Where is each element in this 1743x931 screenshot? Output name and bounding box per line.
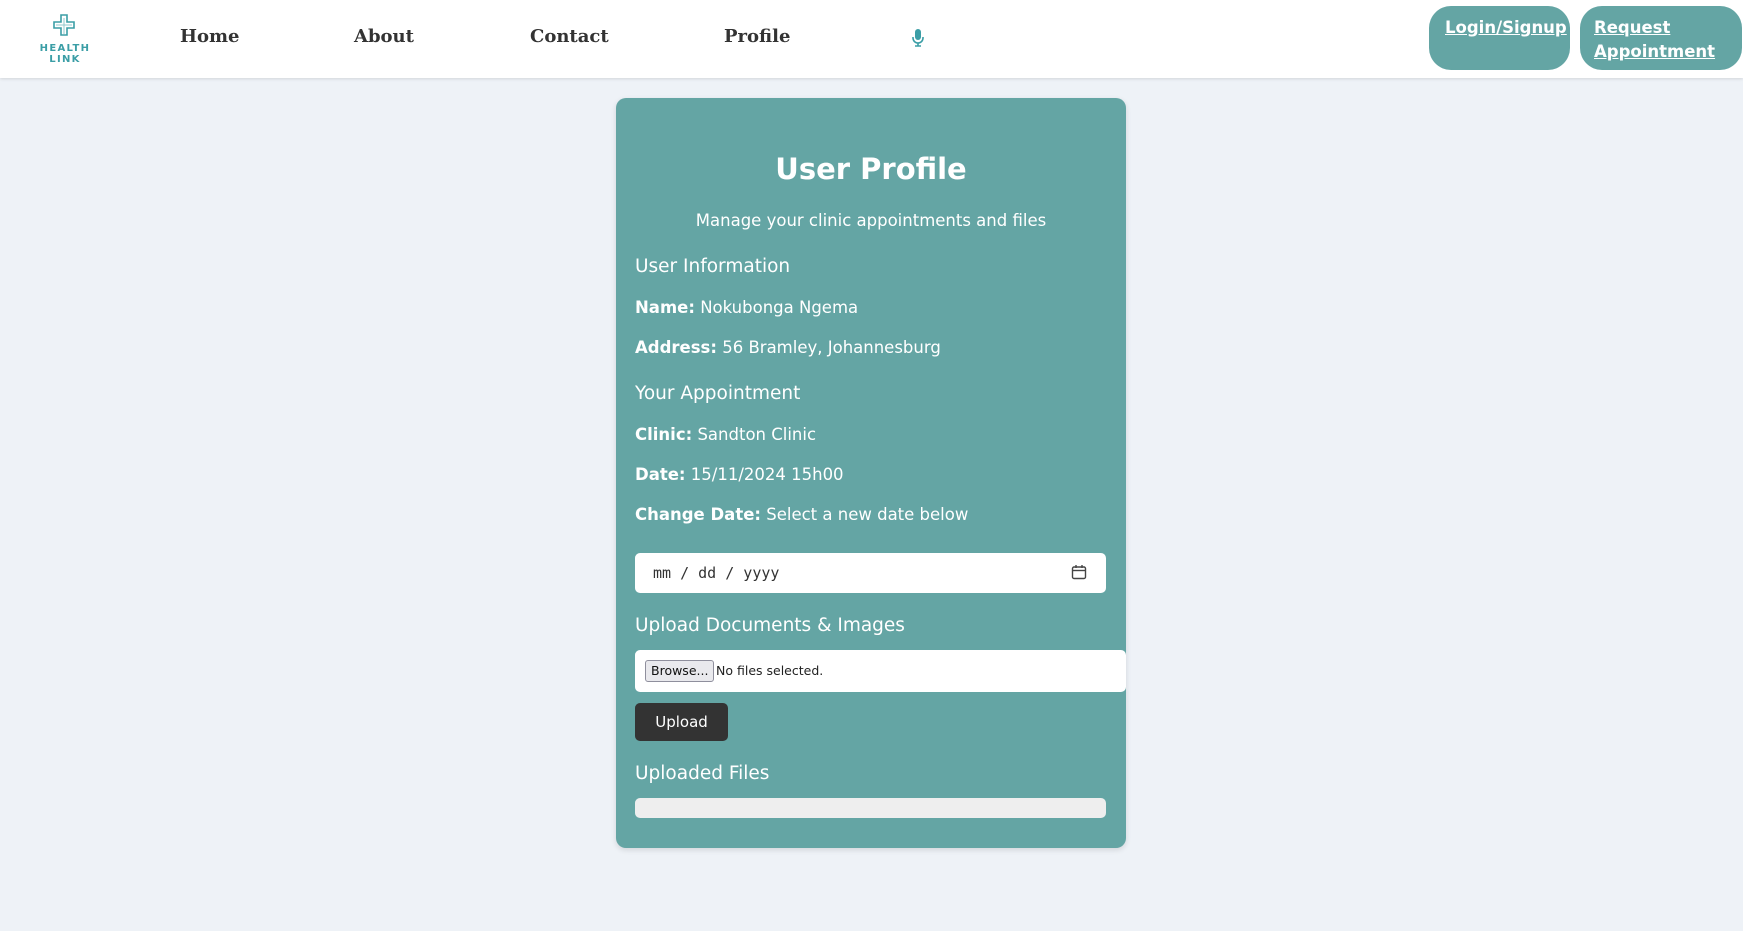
upload-button[interactable]: Upload (635, 703, 728, 741)
login-signup-label: Login/Signup (1445, 18, 1567, 37)
user-information-heading: User Information (635, 256, 791, 277)
nav-link-contact[interactable]: Contact (530, 26, 609, 47)
upload-heading: Upload Documents & Images (635, 615, 905, 636)
uploaded-files-heading: Uploaded Files (635, 763, 770, 784)
address-label: Address: (635, 338, 717, 357)
request-appointment-button[interactable]: Request Appointment (1580, 6, 1742, 70)
navbar: HEALTH LINK Home About Contact Profile L… (0, 0, 1743, 78)
request-appointment-label-line2: Appointment (1594, 42, 1716, 61)
date-row: Date: 15/11/2024 15h00 (635, 465, 844, 484)
request-appointment-label-line1: Request (1594, 18, 1671, 37)
your-appointment-heading: Your Appointment (635, 383, 801, 404)
date-label: Date: (635, 465, 686, 484)
nav-link-about[interactable]: About (354, 26, 414, 47)
nav-link-home[interactable]: Home (180, 26, 240, 47)
address-value: 56 Bramley, Johannesburg (722, 338, 941, 357)
calendar-icon[interactable] (1071, 564, 1087, 584)
logo-text: HEALTH LINK (39, 43, 91, 65)
uploaded-files-list (635, 798, 1106, 818)
date-value: 15/11/2024 15h00 (690, 465, 844, 484)
clinic-row: Clinic: Sandton Clinic (635, 425, 816, 444)
change-date-label: Change Date: (635, 505, 761, 524)
medical-cross-icon (53, 14, 75, 36)
address-row: Address: 56 Bramley, Johannesburg (635, 338, 941, 357)
name-row: Name: Nokubonga Ngema (635, 298, 858, 317)
name-value: Nokubonga Ngema (700, 298, 859, 317)
clinic-value: Sandton Clinic (697, 425, 817, 444)
new-date-input[interactable]: mm / dd / yyyy (635, 553, 1106, 593)
change-date-value: Select a new date below (766, 505, 969, 524)
file-status: No files selected. (716, 663, 824, 678)
nav-link-profile[interactable]: Profile (724, 26, 790, 47)
microphone-icon[interactable] (911, 28, 925, 52)
file-upload-input[interactable]: Browse... No files selected. (635, 650, 1126, 692)
health-link-logo[interactable]: HEALTH LINK (22, 14, 108, 65)
date-placeholder: mm / dd / yyyy (653, 564, 780, 582)
login-signup-button[interactable]: Login/Signup (1429, 6, 1570, 70)
user-profile-card: User Profile Manage your clinic appointm… (616, 98, 1126, 848)
change-date-row: Change Date: Select a new date below (635, 505, 968, 524)
page-subtitle: Manage your clinic appointments and file… (695, 211, 1047, 230)
browse-button[interactable]: Browse... (645, 660, 715, 682)
name-label: Name: (635, 298, 695, 317)
page-title: User Profile (775, 152, 967, 186)
clinic-label: Clinic: (635, 425, 693, 444)
